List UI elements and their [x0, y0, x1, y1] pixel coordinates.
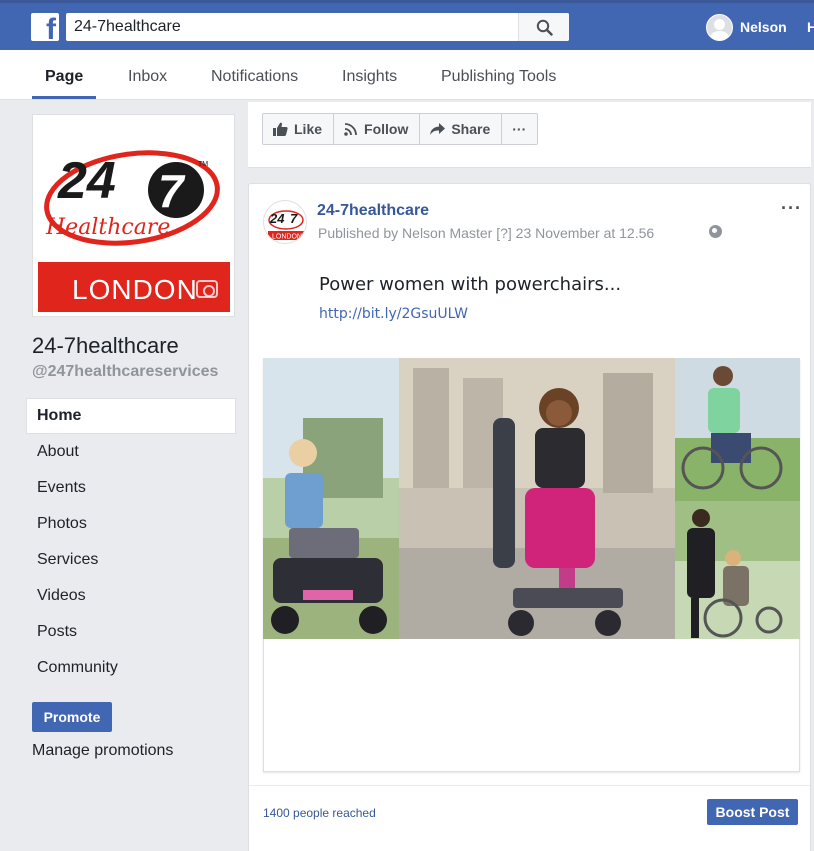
tab-notifications[interactable]: Notifications: [211, 68, 298, 86]
rss-icon: [344, 123, 357, 136]
post-card: 24 7 LONDON 24-7healthcare Published by …: [248, 183, 811, 851]
post-link[interactable]: http://bit.ly/2GsuULW: [319, 306, 468, 322]
search-button[interactable]: [518, 13, 569, 41]
sidebar-item-services[interactable]: Services: [26, 542, 236, 578]
tab-publishing-tools[interactable]: Publishing Tools: [441, 68, 556, 86]
search-box: [66, 13, 569, 41]
svg-text:LONDON: LONDON: [272, 234, 302, 241]
sidebar-item-community[interactable]: Community: [26, 650, 236, 686]
manage-promotions-link[interactable]: Manage promotions: [32, 742, 173, 760]
boost-post-button[interactable]: Boost Post: [707, 799, 798, 825]
page-navigation: Page Inbox Notifications Insights Publis…: [0, 50, 814, 100]
tab-inbox[interactable]: Inbox: [128, 68, 167, 86]
sidebar-item-posts[interactable]: Posts: [26, 614, 236, 650]
logo-graphic: 24 7 TM Healthcare: [44, 150, 220, 246]
collage-graphic: [263, 358, 800, 639]
home-link[interactable]: H: [807, 19, 814, 35]
sidebar-item-about[interactable]: About: [26, 434, 236, 470]
post-options-button[interactable]: ···: [781, 198, 802, 219]
share-arrow-icon: [430, 123, 446, 135]
like-button[interactable]: Like: [263, 114, 335, 144]
user-name-link[interactable]: Nelson: [740, 19, 787, 35]
promote-button[interactable]: Promote: [32, 702, 112, 732]
post-image[interactable]: [263, 358, 800, 639]
follow-label: Follow: [364, 121, 409, 137]
post-meta: Published by Nelson Master [?] 23 Novemb…: [318, 225, 655, 241]
svg-text:Healthcare: Healthcare: [45, 215, 170, 240]
logo-city-text: LONDON: [72, 274, 198, 305]
sidebar-item-events[interactable]: Events: [26, 470, 236, 506]
svg-text:TM: TM: [198, 161, 208, 168]
sidebar-item-videos[interactable]: Videos: [26, 578, 236, 614]
page-action-bar: Like Follow Share ···: [262, 113, 539, 145]
post-avatar-logo: 24 7 LONDON: [268, 210, 304, 241]
profile-picture[interactable]: 24 7 TM Healthcare LONDON: [32, 114, 235, 317]
camera-icon[interactable]: [196, 280, 218, 298]
post-author-avatar[interactable]: 24 7 LONDON: [263, 200, 307, 244]
post-footer-divider: [249, 785, 810, 786]
thumbs-up-icon: [273, 122, 288, 136]
page-actions-card: Like Follow Share ···: [248, 102, 811, 168]
people-reached[interactable]: 1400 people reached: [263, 806, 376, 820]
sidebar-item-home[interactable]: Home: [26, 398, 236, 434]
active-tab-indicator: [32, 96, 96, 99]
share-label: Share: [451, 121, 491, 137]
svg-text:24: 24: [269, 211, 285, 226]
top-bar: f Nelson H: [0, 0, 814, 50]
svg-text:24: 24: [57, 152, 116, 210]
more-actions-button[interactable]: ···: [502, 114, 537, 144]
page-title[interactable]: 24-7healthcare: [32, 333, 179, 359]
sidebar-navigation: Home About Events Photos Services Videos…: [26, 398, 236, 686]
search-input[interactable]: [66, 13, 518, 41]
page-username[interactable]: @247healthcareservices: [32, 363, 218, 381]
search-icon: [536, 19, 553, 36]
follow-button[interactable]: Follow: [334, 114, 421, 144]
facebook-logo-icon[interactable]: f: [31, 13, 59, 41]
svg-text:7: 7: [158, 165, 186, 217]
tab-insights[interactable]: Insights: [342, 68, 397, 86]
post-author-name[interactable]: 24-7healthcare: [317, 202, 429, 220]
svg-text:7: 7: [290, 211, 298, 226]
user-avatar[interactable]: [706, 14, 733, 41]
post-text: Power women with powerchairs...: [319, 274, 622, 295]
sidebar-item-photos[interactable]: Photos: [26, 506, 236, 542]
like-label: Like: [294, 121, 323, 137]
share-button[interactable]: Share: [420, 114, 503, 144]
page-logo: 24 7 TM Healthcare LONDON: [38, 120, 230, 312]
globe-icon: [709, 225, 722, 238]
tab-page[interactable]: Page: [45, 68, 83, 86]
